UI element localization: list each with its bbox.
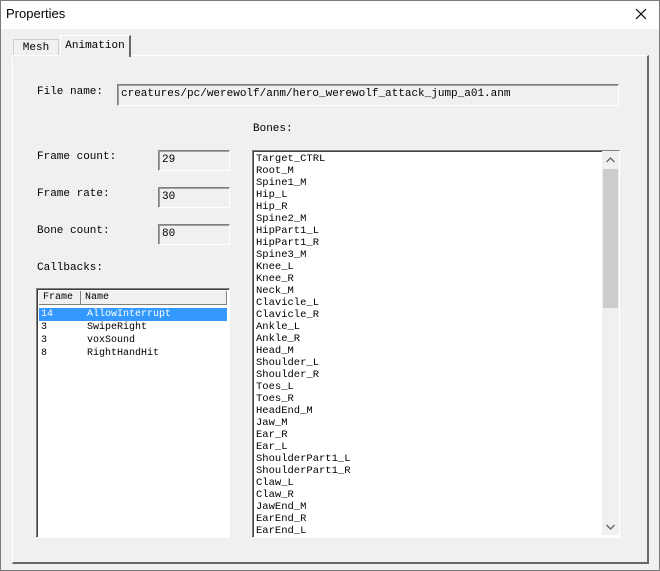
bone-item[interactable]: Toes_R — [256, 393, 351, 405]
file-name-field: creatures/pc/werewolf/anm/hero_werewolf_… — [117, 84, 619, 106]
frame-rate-field: 30 — [158, 187, 230, 208]
bone-item[interactable]: Shoulder_R — [256, 369, 351, 381]
bone-item[interactable]: Target_CTRL — [256, 153, 351, 165]
frame-rate-label: Frame rate: — [37, 188, 110, 200]
bone-item[interactable]: Ear_L — [256, 441, 351, 453]
scroll-down-button[interactable] — [602, 518, 619, 535]
bone-item[interactable]: Ankle_R — [256, 333, 351, 345]
bone-item[interactable]: Root_M — [256, 165, 351, 177]
bone-item[interactable]: Head_M — [256, 345, 351, 357]
callback-frame: 8 — [41, 348, 48, 359]
callback-frame: 14 — [41, 309, 54, 320]
close-icon — [635, 8, 647, 20]
bones-scrollbar[interactable] — [602, 151, 619, 535]
scroll-up-button[interactable] — [602, 151, 619, 168]
bone-item[interactable]: Jaw_M — [256, 417, 351, 429]
bone-item[interactable]: HeadEnd_M — [256, 405, 351, 417]
bone-item[interactable]: Spine3_M — [256, 249, 351, 261]
frame-count-label: Frame count: — [37, 151, 117, 163]
bone-item[interactable]: Claw_L — [256, 477, 351, 489]
bone-item[interactable]: Hip_L — [256, 189, 351, 201]
bone-count-field: 80 — [158, 224, 230, 245]
callback-frame: 3 — [41, 335, 48, 346]
properties-dialog: Properties Mesh Animation File name: cre… — [0, 0, 660, 571]
callback-row[interactable]: 8 RightHandHit — [39, 347, 227, 360]
callbacks-label: Callbacks: — [37, 262, 104, 274]
chevron-up-icon — [606, 156, 615, 162]
bone-item[interactable]: Ear_R — [256, 429, 351, 441]
tab-animation[interactable]: Animation — [60, 35, 131, 57]
bone-item[interactable]: Clavicle_L — [256, 297, 351, 309]
bone-item[interactable]: Spine2_M — [256, 213, 351, 225]
column-header-frame[interactable]: Frame — [39, 291, 81, 305]
bone-item[interactable]: Claw_R — [256, 489, 351, 501]
bone-item[interactable]: EarEnd_L — [256, 525, 351, 537]
bones-label: Bones: — [253, 123, 293, 135]
bone-item[interactable]: Shoulder_L — [256, 357, 351, 369]
callback-row[interactable]: 3 voxSound — [39, 334, 227, 347]
chevron-down-icon — [606, 524, 615, 530]
callbacks-list-header: Frame Name — [39, 291, 227, 306]
callback-frame: 3 — [41, 322, 48, 333]
bone-item[interactable]: Knee_R — [256, 273, 351, 285]
title-bar[interactable]: Properties — [1, 1, 659, 29]
bone-item[interactable]: EarEnd_R — [256, 513, 351, 525]
frame-rate-value: 30 — [162, 191, 176, 203]
file-name-value: creatures/pc/werewolf/anm/hero_werewolf_… — [121, 88, 511, 100]
bone-item[interactable]: ShoulderPart1_L — [256, 453, 351, 465]
bone-item[interactable]: Neck_M — [256, 285, 351, 297]
bone-item[interactable]: HipPart1_L — [256, 225, 351, 237]
scrollbar-thumb[interactable] — [603, 169, 618, 308]
bone-item[interactable]: Clavicle_R — [256, 309, 351, 321]
bone-item[interactable]: Spine1_M — [256, 177, 351, 189]
callbacks-list[interactable]: Frame Name 14 AllowInterrupt 3 SwipeRigh… — [36, 288, 230, 538]
bone-count-label: Bone count: — [37, 225, 110, 237]
bone-item[interactable]: Hip_R — [256, 201, 351, 213]
bone-item[interactable]: ShoulderPart1_R — [256, 465, 351, 477]
bone-item[interactable]: Ankle_L — [256, 321, 351, 333]
bone-item[interactable]: HipPart1_R — [256, 237, 351, 249]
callback-row[interactable]: 3 SwipeRight — [39, 321, 227, 334]
callback-name: voxSound — [87, 335, 136, 346]
frame-count-field: 29 — [158, 150, 230, 171]
close-button[interactable] — [629, 3, 653, 25]
frame-count-value: 29 — [162, 154, 176, 166]
bones-items: Target_CTRL Root_M Spine1_M Hip_L Hip_R … — [256, 153, 351, 537]
bone-item[interactable]: JawEnd_M — [256, 501, 351, 513]
callback-name: AllowInterrupt — [87, 309, 172, 320]
window-title: Properties — [6, 6, 66, 21]
callback-name: RightHandHit — [87, 348, 160, 359]
column-header-name[interactable]: Name — [81, 291, 227, 305]
bone-count-value: 80 — [162, 228, 176, 240]
bone-item[interactable]: Toes_L — [256, 381, 351, 393]
bone-item[interactable]: Knee_L — [256, 261, 351, 273]
file-name-label: File name: — [37, 86, 104, 98]
bones-list[interactable]: Target_CTRL Root_M Spine1_M Hip_L Hip_R … — [252, 150, 620, 538]
callback-name: SwipeRight — [87, 322, 148, 333]
callback-row[interactable]: 14 AllowInterrupt — [39, 308, 227, 321]
